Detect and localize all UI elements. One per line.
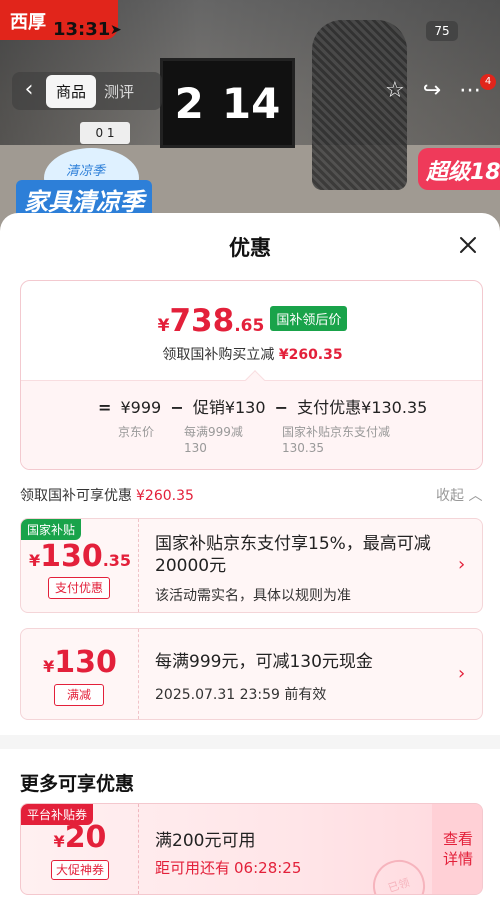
platform-coupon[interactable]: 平台补贴券 ¥20 大促神券 满200元可用 距可用还有 06:28:25 已领 … bbox=[20, 803, 483, 895]
caption-line: 每满999减 bbox=[184, 425, 243, 439]
coupon-kind: 大促神券 bbox=[51, 860, 109, 880]
reduce-text: 领取国补购买立减 bbox=[162, 347, 275, 363]
view-details-line: 查看 bbox=[442, 830, 473, 848]
location-arrow-icon: ➤ bbox=[110, 22, 122, 38]
coupon-title: 每满999元，可减130元现金 bbox=[155, 652, 373, 672]
coupon-flag: 国家补贴 bbox=[21, 519, 82, 540]
monitor-digit: 14 bbox=[221, 78, 281, 128]
coupon-full-reduction[interactable]: ¥130 满减 每满999元，可减130元现金 2025.07.31 23:59… bbox=[20, 628, 483, 720]
discount-sheet: 优惠 ¥738.65 国补领后价 领取国补购买立减 ¥260.35 = ¥999 … bbox=[0, 213, 500, 921]
promo-small-text: 清凉季 bbox=[66, 164, 106, 179]
tab-review[interactable]: 测评 bbox=[96, 75, 142, 108]
formula-minus: − bbox=[170, 398, 184, 417]
collapse-button[interactable]: 收起 ︿ bbox=[436, 485, 482, 505]
section-label-text: 领取国补可享优惠 bbox=[20, 488, 132, 504]
section-amount: ¥260.35 bbox=[136, 488, 194, 504]
formula-base: ¥999 bbox=[120, 398, 162, 417]
battery-indicator: 75 bbox=[426, 21, 458, 41]
collapse-label: 收起 bbox=[436, 488, 464, 504]
chevron-right-icon: › bbox=[458, 554, 466, 575]
coupon-amount: ¥130 bbox=[21, 645, 139, 680]
section-divider bbox=[0, 735, 500, 749]
currency-symbol: ¥ bbox=[43, 657, 55, 676]
promo-badge: 清凉季 家具清凉季 bbox=[16, 148, 156, 220]
chevron-left-icon: ‹ bbox=[24, 77, 34, 102]
coupon-title: 国家补贴京东支付享15%，最高可减 20000元 bbox=[155, 533, 431, 577]
currency-symbol: ¥ bbox=[53, 832, 65, 851]
formula-pay: 支付优惠¥130.35 bbox=[297, 398, 428, 417]
monitor-digit: 2 bbox=[174, 78, 204, 128]
monitor-image: 2 14 bbox=[160, 58, 295, 148]
amount-integer: 130 bbox=[54, 645, 117, 680]
claimed-stamp: 已领 bbox=[366, 853, 432, 894]
price-integer: 738 bbox=[169, 303, 235, 339]
chevron-right-icon: › bbox=[458, 663, 466, 684]
more-offers-title: 更多可享优惠 bbox=[20, 773, 135, 795]
formula-minus: − bbox=[274, 398, 289, 417]
sheet-title: 优惠 bbox=[229, 236, 271, 260]
desk-clock: 0 1 bbox=[80, 122, 130, 144]
formula-caption-base: 京东价 bbox=[118, 425, 155, 439]
coupon-countdown: 距可用还有 06:28:25 bbox=[155, 857, 301, 878]
super-badge: 超级18 bbox=[418, 148, 500, 190]
price-formula: = ¥999 − 促销¥130 − 支付优惠¥130.35 bbox=[94, 394, 427, 418]
currency-symbol: ¥ bbox=[28, 551, 41, 570]
coupon-national-subsidy[interactable]: 国家补贴 ¥130.35 支付优惠 国家补贴京东支付享15%，最高可减 2000… bbox=[20, 518, 483, 613]
chevron-up-icon: ︿ bbox=[468, 488, 483, 504]
formula-caption-promo: 每满999减 130 bbox=[184, 424, 243, 456]
amount-integer: 20 bbox=[64, 820, 107, 855]
product-background: 2 14 0 1 西厚 13:31 ➤ 75 ‹ 商品 测评 ☆ ↪ ⋯ 4 清… bbox=[0, 0, 500, 240]
reduce-amount: ¥260.35 bbox=[278, 347, 343, 363]
coupon-amount: ¥130.35 bbox=[21, 539, 139, 574]
top-navigation: ‹ 商品 测评 bbox=[12, 72, 162, 110]
price-decimal: .65 bbox=[234, 316, 265, 336]
countdown-label: 距可用还有 bbox=[155, 859, 231, 877]
coupon-title-line: 国家补贴京东支付享15%，最高可减 bbox=[155, 534, 431, 554]
share-icon[interactable]: ↪ bbox=[423, 78, 441, 103]
close-button[interactable] bbox=[456, 233, 480, 257]
final-price: ¥738.65 国补领后价 bbox=[21, 303, 482, 339]
formula-caption-pay: 国家补贴京东支付减 130.35 bbox=[282, 424, 390, 456]
reduce-line: 领取国补购买立减 ¥260.35 bbox=[21, 344, 482, 364]
back-button[interactable]: ‹ bbox=[12, 72, 46, 110]
coupon-kind: 支付优惠 bbox=[48, 577, 110, 599]
caption-line: 国家补贴京东支付减 bbox=[282, 425, 391, 439]
more-icon[interactable]: ⋯ bbox=[459, 78, 481, 103]
caption-line: 130 bbox=[184, 441, 207, 455]
coupon-subtitle: 该活动需实名，具体以规则为准 bbox=[155, 588, 351, 604]
price-summary-card: ¥738.65 国补领后价 领取国补购买立减 ¥260.35 = ¥999 − 促… bbox=[20, 280, 483, 470]
coupon-title: 满200元可用 bbox=[155, 831, 256, 851]
more-badge: 4 bbox=[480, 74, 496, 90]
tab-product[interactable]: 商品 bbox=[46, 74, 97, 108]
chair-image bbox=[312, 20, 407, 190]
coupon-title-line: 20000元 bbox=[155, 556, 227, 576]
favorite-star-icon[interactable]: ☆ bbox=[385, 78, 405, 103]
coupon-kind: 满减 bbox=[54, 684, 104, 706]
coupon-amount: ¥20 bbox=[21, 820, 139, 855]
close-icon bbox=[460, 237, 476, 253]
caption-line: 130.35 bbox=[282, 441, 324, 455]
status-time: 13:31 bbox=[53, 19, 111, 40]
nav-actions: ☆ ↪ ⋯ bbox=[385, 78, 481, 103]
formula-equals: = bbox=[98, 398, 112, 417]
amount-decimal: .35 bbox=[102, 551, 132, 570]
countdown-value: 06:28:25 bbox=[234, 859, 302, 877]
view-details-line: 详情 bbox=[442, 850, 473, 868]
price-tag: 国补领后价 bbox=[270, 306, 348, 331]
amount-integer: 130 bbox=[40, 539, 103, 574]
coupon-subtitle: 2025.07.31 23:59 前有效 bbox=[155, 687, 327, 703]
currency-symbol: ¥ bbox=[157, 316, 170, 336]
section-label: 领取国补可享优惠 ¥260.35 bbox=[20, 485, 194, 505]
formula-promo: 促销¥130 bbox=[192, 398, 266, 417]
view-details-button[interactable]: 查看 详情 bbox=[432, 804, 482, 894]
